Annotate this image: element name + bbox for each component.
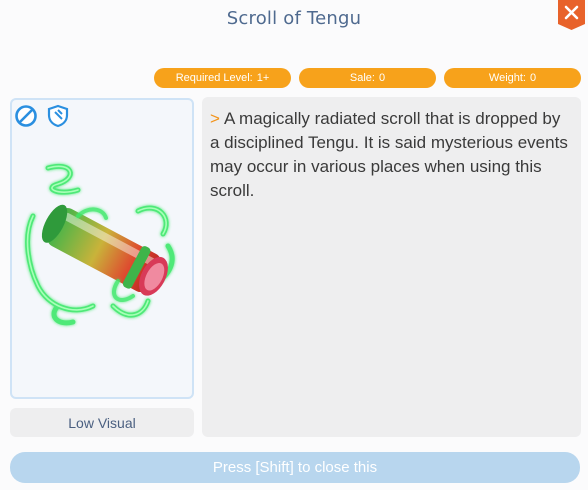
scroll-icon	[25, 164, 175, 326]
bullet-arrow-icon: >	[210, 109, 220, 128]
item-title: Scroll of Tengu	[226, 8, 362, 29]
no-trade-icon	[15, 105, 37, 127]
shield-icon	[47, 104, 69, 128]
close-hint-button[interactable]: Press [Shift] to close this	[10, 452, 580, 483]
low-visual-button[interactable]: Low Visual	[10, 408, 194, 437]
close-button[interactable]	[557, 0, 586, 30]
item-stats: Required Level: 1+ Sale: 0 Weight: 0	[0, 68, 588, 89]
weight-badge: Weight: 0	[444, 68, 581, 88]
item-description: > A magically radiated scroll that is dro…	[202, 97, 581, 437]
description-text: A magically radiated scroll that is drop…	[210, 109, 568, 200]
item-image-panel	[10, 98, 194, 399]
required-level-badge: Required Level: 1+	[154, 68, 291, 88]
close-icon[interactable]	[557, 0, 586, 30]
sale-badge: Sale: 0	[299, 68, 436, 88]
